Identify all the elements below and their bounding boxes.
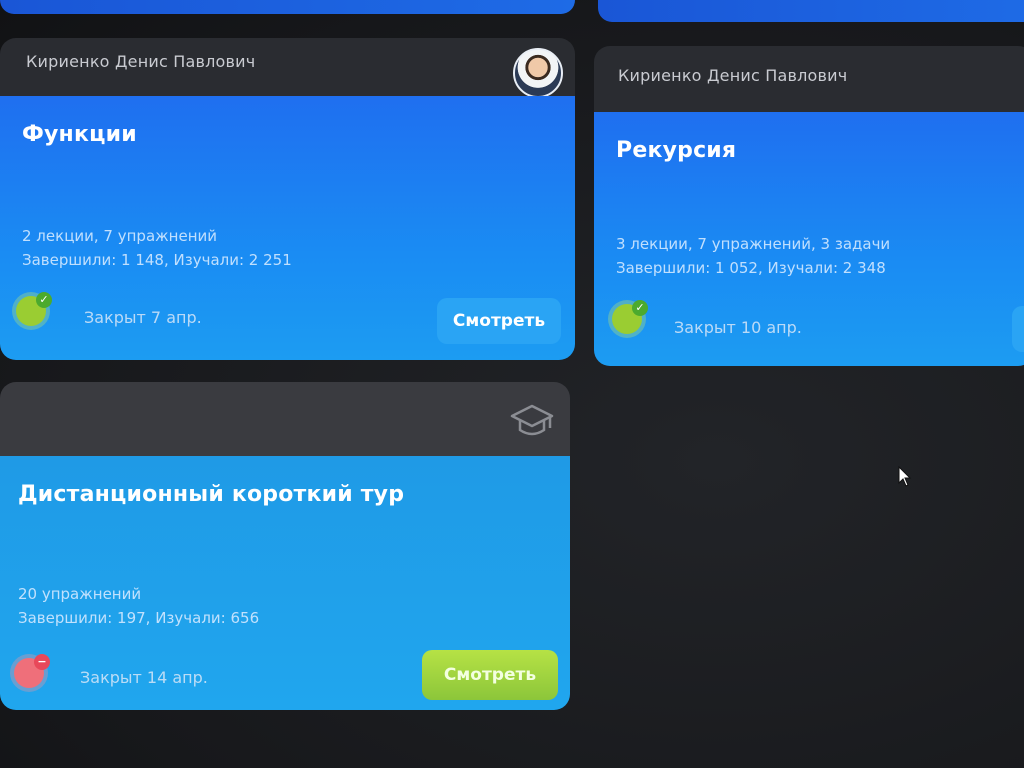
course-meta: 2 лекции, 7 упражнений Завершили: 1 148,… [22,224,292,272]
author-avatar [513,48,563,98]
course-meta: 3 лекции, 7 упражнений, 3 задачи Заверши… [616,232,890,280]
status-completed-icon: ✓ [16,292,52,328]
course-stats: Завершили: 1 148, Изучали: 2 251 [22,251,292,269]
card-body: Рекурсия 3 лекции, 7 упражнений, 3 задач… [594,112,1024,366]
course-card-functions[interactable]: Кириенко Денис Павлович Функции 2 лекции… [0,38,575,360]
course-contents: 3 лекции, 7 упражнений, 3 задачи [616,235,891,253]
course-stats: Завершили: 197, Изучали: 656 [18,609,260,627]
graduation-cap-icon [510,404,554,436]
view-button-edge[interactable] [1012,306,1024,352]
status-not-completed-icon: − [14,654,50,690]
closed-date: Закрыт 14 апр. [80,668,208,687]
author-name: Кириенко Денис Павлович [618,66,848,85]
author-name: Кириенко Денис Павлович [26,52,256,71]
previous-card-edge-left [0,0,575,14]
course-grid-screen: Кириенко Денис Павлович Функции 2 лекции… [0,0,1024,768]
course-meta: 20 упражнений Завершили: 197, Изучали: 6… [18,582,259,630]
closed-date: Закрыт 10 апр. [674,318,802,337]
course-contents: 20 упражнений [18,585,142,603]
course-title: Функции [22,122,137,147]
closed-date: Закрыт 7 апр. [84,308,202,327]
card-body: Дистанционный короткий тур 20 упражнений… [0,456,570,710]
previous-card-edge-right [598,0,1024,22]
course-contents: 2 лекции, 7 упражнений [22,227,217,245]
card-body: Функции 2 лекции, 7 упражнений Завершили… [0,96,575,360]
course-title: Рекурсия [616,138,737,163]
course-card-recursion[interactable]: Кириенко Денис Павлович Рекурсия 3 лекци… [594,46,1024,366]
course-stats: Завершили: 1 052, Изучали: 2 348 [616,259,886,277]
view-button[interactable]: Смотреть [437,298,561,344]
view-button[interactable]: Смотреть [422,650,558,700]
mouse-cursor-icon [898,466,912,487]
course-title: Дистанционный короткий тур [18,482,405,507]
status-completed-icon: ✓ [612,300,648,336]
course-card-distance-tour[interactable]: Дистанционный короткий тур 20 упражнений… [0,382,570,710]
